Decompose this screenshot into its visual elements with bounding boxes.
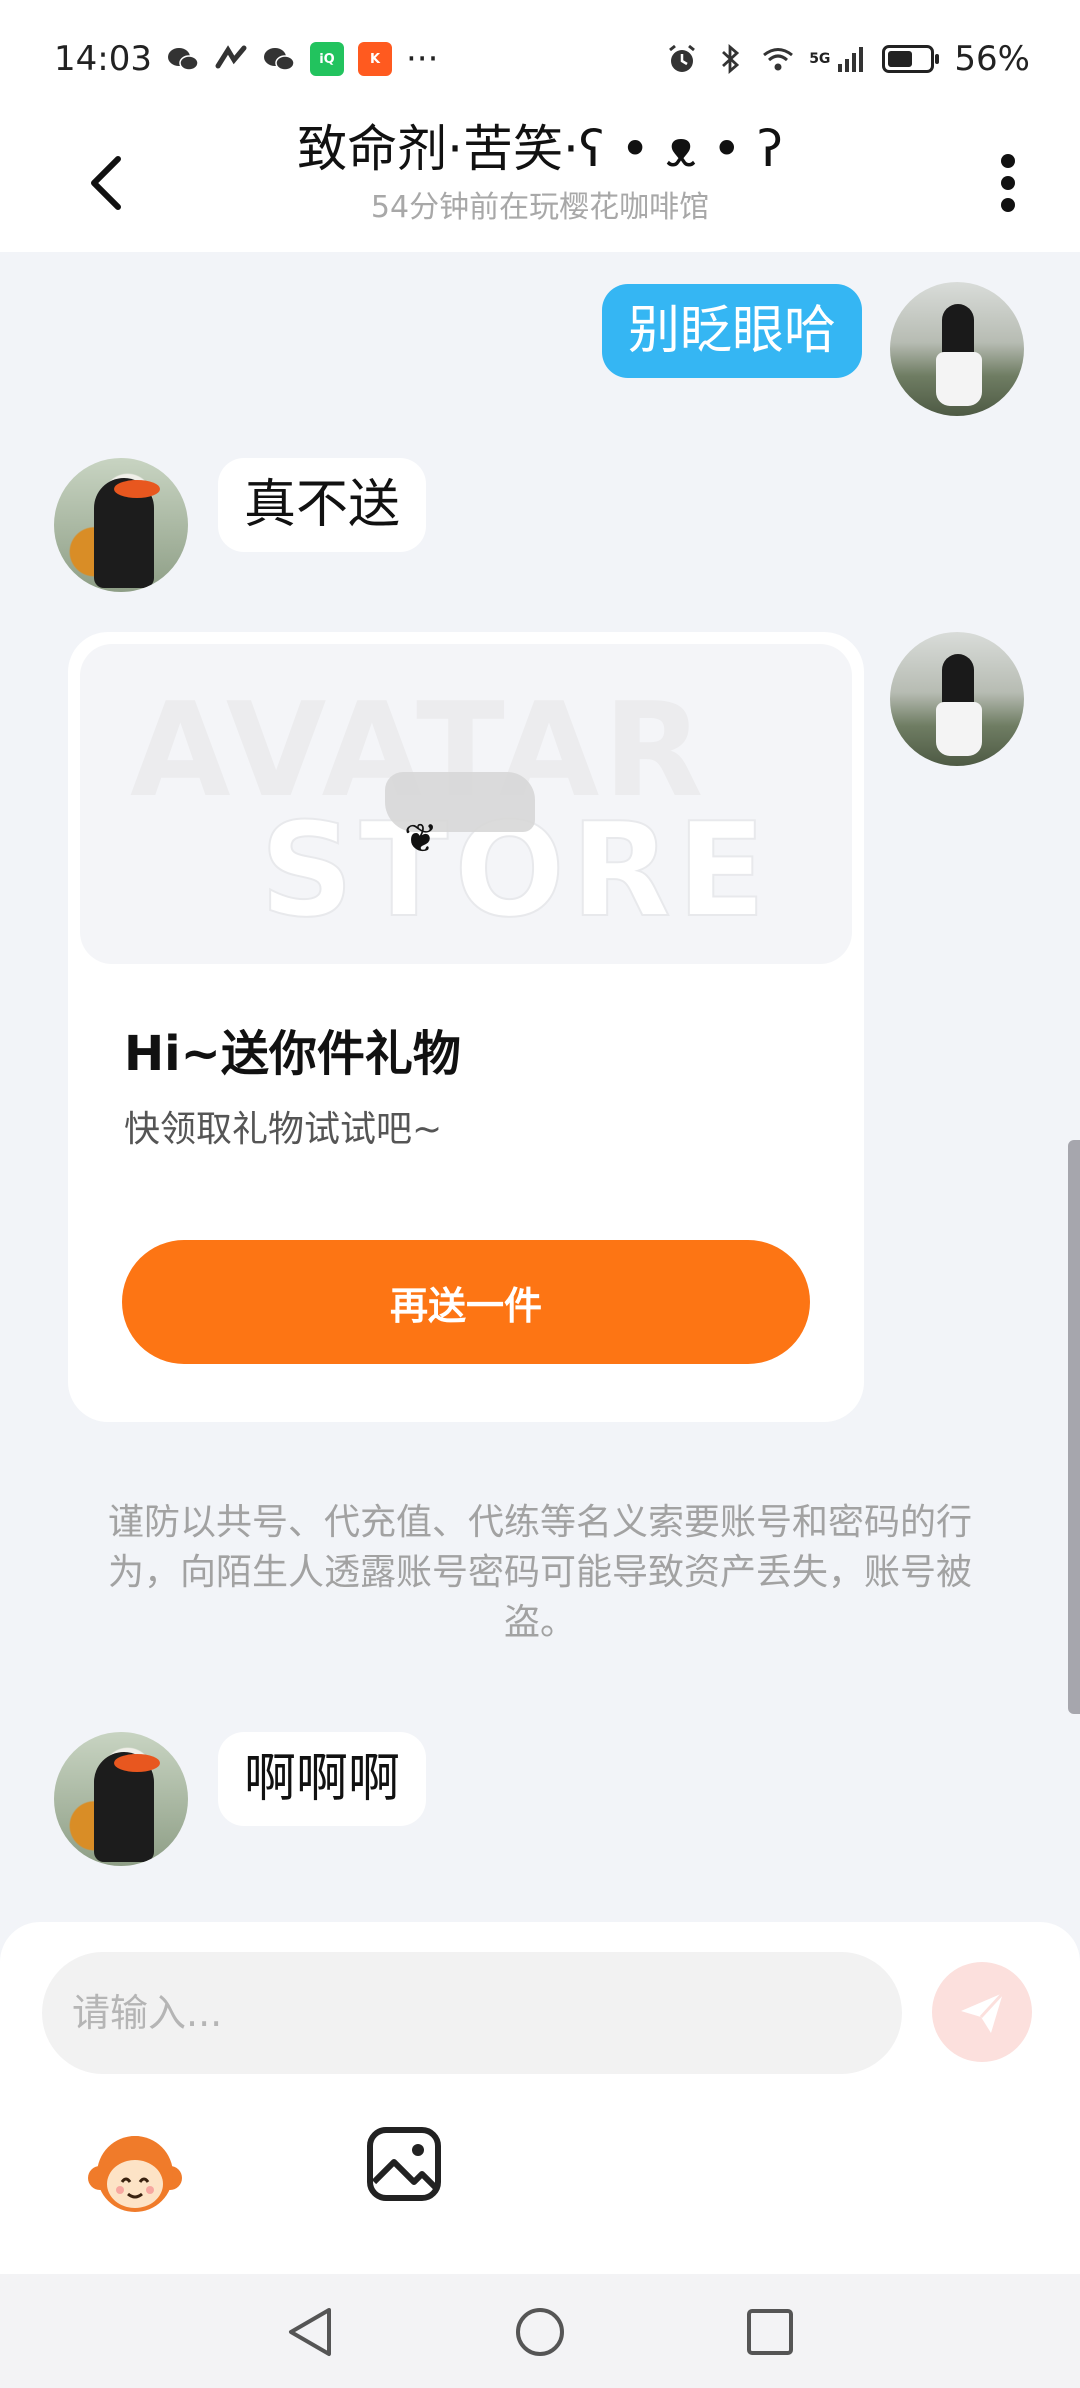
gift-title: Hi~送你件礼物 — [124, 1026, 461, 1082]
circle-home-icon — [516, 2308, 564, 2356]
contact-avatar[interactable] — [54, 1732, 188, 1866]
message-bubble-sent[interactable]: 别眨眼哈 — [601, 284, 862, 378]
nav-recents-button[interactable] — [740, 2302, 800, 2362]
my-avatar[interactable] — [890, 632, 1024, 766]
more-options-button[interactable] — [976, 138, 1040, 228]
message-bubble-received[interactable]: 真不送 — [218, 458, 427, 552]
cellular-icon — [838, 47, 864, 72]
message-input[interactable] — [42, 1952, 902, 2074]
nav-back-button[interactable] — [280, 2302, 340, 2362]
paper-plane-icon — [961, 1991, 1005, 2033]
wechat-icon — [263, 48, 295, 71]
gift-description: 快领取礼物试试吧~ — [124, 1109, 443, 1150]
iqiyi-icon: iQ — [309, 42, 344, 76]
wifi-icon — [763, 48, 794, 71]
scrollbar[interactable] — [1068, 1140, 1080, 1714]
security-notice: 谨防以共号、代充值、代练等名义索要账号和密码的行为，向陌生人透露账号密码可能导致… — [107, 1502, 972, 1643]
bluetooth-icon — [722, 43, 740, 75]
kuaishou-icon: K — [357, 42, 392, 76]
contact-name: 致命剂·苦笑·ʕ • ᴥ • ʔ — [297, 120, 783, 178]
emoji-button[interactable] — [84, 2122, 186, 2224]
square-recents-icon — [747, 2309, 793, 2355]
battery-icon — [882, 45, 940, 73]
chat-header: 致命剂·苦笑·ʕ • ᴥ • ʔ 54分钟前在玩樱花咖啡馆 — [0, 118, 1080, 252]
send-button[interactable] — [932, 1962, 1032, 2062]
input-panel — [0, 1922, 1080, 2274]
status-left: 14:03 iQ K ··· — [54, 39, 438, 79]
message-list[interactable]: 别眨眼哈 真不送 AVATAR STORE ❦ Hi~送你件礼物 快领取礼物试试… — [0, 252, 1080, 1922]
gift-preview-image: AVATAR STORE ❦ — [80, 644, 852, 964]
contact-status: 54分钟前在玩樱花咖啡馆 — [370, 190, 710, 225]
contact-avatar[interactable] — [54, 458, 188, 592]
status-time: 14:03 — [54, 39, 152, 79]
butterfly-icon: ❦ — [404, 816, 438, 862]
message-bubble-received[interactable]: 啊啊啊 — [218, 1732, 427, 1826]
image-button[interactable] — [364, 2124, 444, 2204]
nav-home-button[interactable] — [510, 2302, 570, 2362]
status-right: 5G 56% — [665, 39, 1030, 79]
triangle-back-icon — [289, 2308, 331, 2356]
signal-app-icon — [215, 45, 247, 69]
battery-level: 56% — [954, 39, 1030, 79]
gift-card[interactable]: AVATAR STORE ❦ Hi~送你件礼物 快领取礼物试试吧~ 再送一件 — [68, 632, 864, 1422]
image-icon — [367, 2127, 441, 2201]
alarm-icon — [669, 44, 696, 72]
network-label: 5G — [809, 51, 831, 67]
status-bar: 14:03 iQ K ··· 5G 56% — [0, 0, 1080, 118]
system-navigation-bar — [0, 2274, 1080, 2388]
more-notifications-icon: ··· — [405, 39, 439, 79]
send-another-gift-button[interactable]: 再送一件 — [122, 1240, 810, 1364]
more-vertical-icon — [1001, 154, 1015, 212]
monkey-emoji-icon — [88, 2136, 182, 2212]
wechat-icon — [167, 48, 199, 71]
my-avatar[interactable] — [890, 282, 1024, 416]
